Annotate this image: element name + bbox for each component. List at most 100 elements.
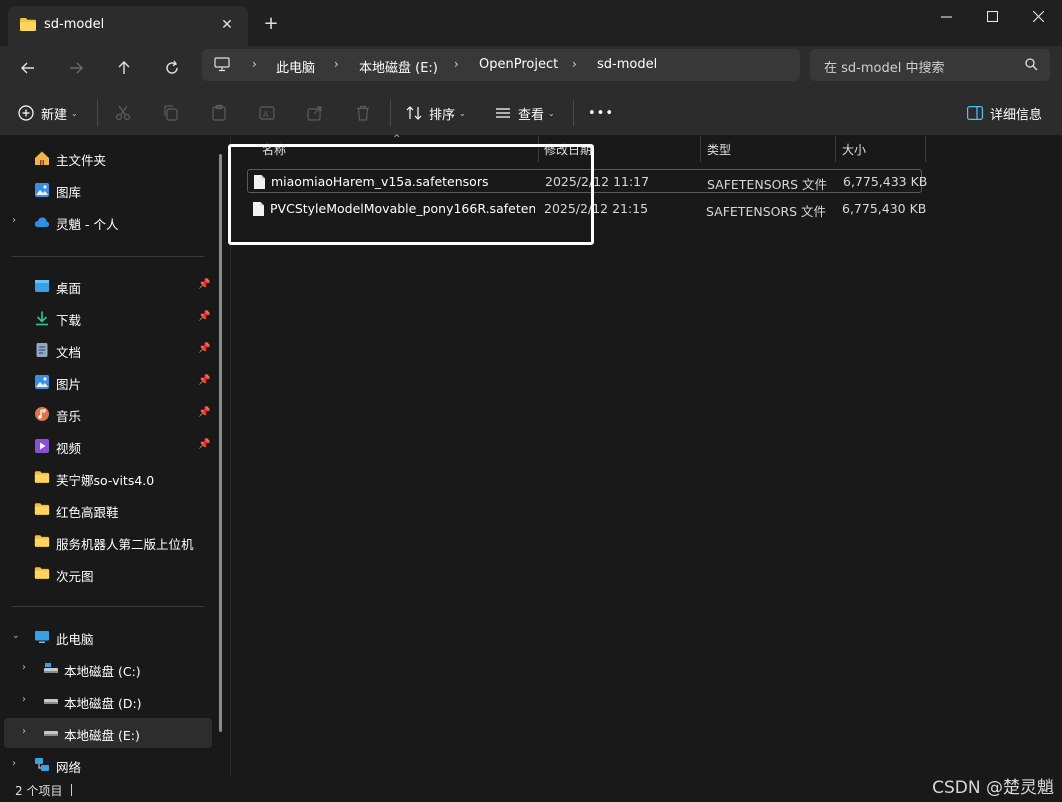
- rename-button[interactable]: A: [258, 98, 276, 128]
- folder-icon: [34, 502, 50, 518]
- navigation-pane: 主文件夹 图库 › 灵魈 - 个人 桌面 📌 下载 📌 文档 📌 图片 📌 音乐…: [0, 136, 230, 777]
- chevron-right-icon[interactable]: ›: [22, 726, 26, 737]
- chevron-right-icon[interactable]: ›: [22, 662, 26, 673]
- arrow-up-icon: [118, 61, 130, 74]
- pin-icon[interactable]: 📌: [198, 407, 210, 418]
- chevron-right-icon: ›: [454, 57, 459, 71]
- maximize-button[interactable]: [968, 0, 1016, 32]
- sidebar-item-this-pc[interactable]: ⌄ 此电脑: [4, 622, 212, 652]
- pin-icon[interactable]: 📌: [198, 311, 210, 322]
- column-divider[interactable]: [835, 136, 836, 162]
- sidebar-item-gallery[interactable]: 图库: [4, 175, 212, 205]
- view-button[interactable]: 查看 ⌄: [495, 98, 555, 128]
- new-tab-button[interactable]: +: [258, 12, 284, 38]
- sidebar-label: 芙宁娜so-vits4.0: [56, 473, 155, 488]
- new-button[interactable]: 新建 ⌄: [18, 98, 78, 128]
- arrow-left-icon: [21, 62, 34, 74]
- sidebar-item-onedrive[interactable]: › 灵魈 - 个人: [4, 207, 212, 237]
- details-label: 详细信息: [990, 107, 1043, 123]
- picture-icon: [34, 374, 50, 390]
- address-bar[interactable]: › 此电脑 › 本地磁盘 (E:) › OpenProject › sd-mod…: [202, 49, 800, 81]
- tab-close-icon[interactable]: ✕: [216, 14, 238, 36]
- paste-button[interactable]: [210, 98, 228, 128]
- folder-icon: [19, 17, 37, 35]
- up-button[interactable]: [108, 52, 140, 84]
- file-size: 6,775,433 KB: [843, 174, 928, 189]
- back-button[interactable]: [12, 52, 44, 84]
- annotation-highlight-box: [228, 144, 594, 245]
- chevron-right-icon[interactable]: ›: [12, 758, 16, 769]
- more-options-button[interactable]: •••: [588, 98, 614, 128]
- view-list-icon: [496, 108, 510, 118]
- toolbar-divider: [97, 100, 98, 126]
- breadcrumb-sd-model[interactable]: sd-model: [597, 57, 657, 72]
- copy-button[interactable]: [162, 98, 180, 128]
- sidebar-item-downloads[interactable]: 下载 📌: [4, 303, 212, 333]
- pin-icon[interactable]: 📌: [198, 439, 210, 450]
- sidebar-item-videos[interactable]: 视频 📌: [4, 431, 212, 461]
- sidebar-item-documents[interactable]: 文档 📌: [4, 335, 212, 365]
- details-pane-button[interactable]: 详细信息: [967, 98, 1042, 128]
- sidebar-label: 下载: [56, 313, 82, 328]
- chevron-down-icon: ⌄: [459, 108, 466, 118]
- tab-sd-model[interactable]: sd-model ✕: [8, 6, 248, 46]
- sidebar-label: 此电脑: [56, 632, 94, 647]
- sidebar-scrollbar[interactable]: [219, 154, 222, 732]
- breadcrumb-drive-e[interactable]: 本地磁盘 (E:): [359, 57, 438, 76]
- column-header-size[interactable]: 大小: [842, 141, 866, 163]
- chevron-right-icon: ›: [334, 57, 339, 71]
- sidebar-item-folder-dimension[interactable]: 次元图: [4, 559, 212, 589]
- video-icon: [34, 438, 50, 454]
- pc-icon: [34, 629, 50, 645]
- file-size: 6,775,430 KB: [842, 201, 927, 216]
- sidebar-item-desktop[interactable]: 桌面 📌: [4, 271, 212, 301]
- item-count: 2 个项目: [15, 784, 63, 798]
- column-divider[interactable]: [700, 136, 701, 162]
- share-button[interactable]: [306, 98, 324, 128]
- refresh-button[interactable]: [156, 52, 188, 84]
- sidebar-label: 红色高跟鞋: [56, 505, 119, 520]
- share-icon: [307, 106, 322, 121]
- scissors-icon: [115, 105, 131, 121]
- sidebar-item-drive-d[interactable]: › 本地磁盘 (D:): [4, 686, 212, 716]
- sidebar-item-network[interactable]: › 网络: [4, 750, 212, 780]
- breadcrumb-openproject[interactable]: OpenProject: [479, 57, 558, 72]
- column-header-type[interactable]: 类型: [707, 141, 731, 163]
- details-pane-icon: [967, 106, 983, 120]
- sidebar-item-music[interactable]: 音乐 📌: [4, 399, 212, 429]
- pin-icon[interactable]: 📌: [198, 343, 210, 354]
- computer-icon: [214, 57, 230, 75]
- search-box[interactable]: 在 sd-model 中搜索: [810, 49, 1050, 81]
- minimize-button[interactable]: [922, 0, 970, 32]
- pin-icon[interactable]: 📌: [198, 279, 210, 290]
- column-divider[interactable]: [925, 136, 926, 162]
- chevron-right-icon[interactable]: ›: [22, 694, 26, 705]
- sidebar-item-folder-furina[interactable]: 芙宁娜so-vits4.0: [4, 463, 212, 493]
- chevron-down-icon[interactable]: ⌄: [12, 631, 20, 641]
- cut-button[interactable]: [114, 98, 132, 128]
- pin-icon[interactable]: 📌: [198, 375, 210, 386]
- sidebar-item-home[interactable]: 主文件夹: [4, 143, 212, 173]
- sidebar-item-drive-e[interactable]: › 本地磁盘 (E:): [4, 718, 212, 748]
- sidebar-item-drive-c[interactable]: › 本地磁盘 (C:): [4, 654, 212, 684]
- sort-button[interactable]: 排序 ⌄: [406, 98, 466, 128]
- chevron-right-icon[interactable]: ›: [12, 215, 16, 226]
- sidebar-item-pictures[interactable]: 图片 📌: [4, 367, 212, 397]
- sidebar-label: 网络: [56, 760, 82, 775]
- sidebar-label: 视频: [56, 441, 82, 456]
- sidebar-label: 桌面: [56, 281, 82, 296]
- search-input[interactable]: 在 sd-model 中搜索: [824, 57, 944, 76]
- view-label: 查看: [518, 107, 545, 123]
- folder-icon: [34, 534, 50, 550]
- forward-button[interactable]: [60, 52, 92, 84]
- sidebar-item-folder-red-heels[interactable]: 红色高跟鞋: [4, 495, 212, 525]
- chevron-down-icon: ⌄: [71, 108, 78, 118]
- plus-circle-icon: [18, 105, 34, 121]
- breadcrumb-this-pc[interactable]: 此电脑: [276, 57, 315, 76]
- drive-icon: [43, 661, 59, 677]
- drive-icon: [43, 693, 59, 709]
- close-window-button[interactable]: [1014, 0, 1062, 32]
- sidebar-item-folder-robot[interactable]: 服务机器人第二版上位机: [4, 527, 212, 557]
- svg-text:A: A: [263, 110, 269, 119]
- delete-button[interactable]: [354, 98, 372, 128]
